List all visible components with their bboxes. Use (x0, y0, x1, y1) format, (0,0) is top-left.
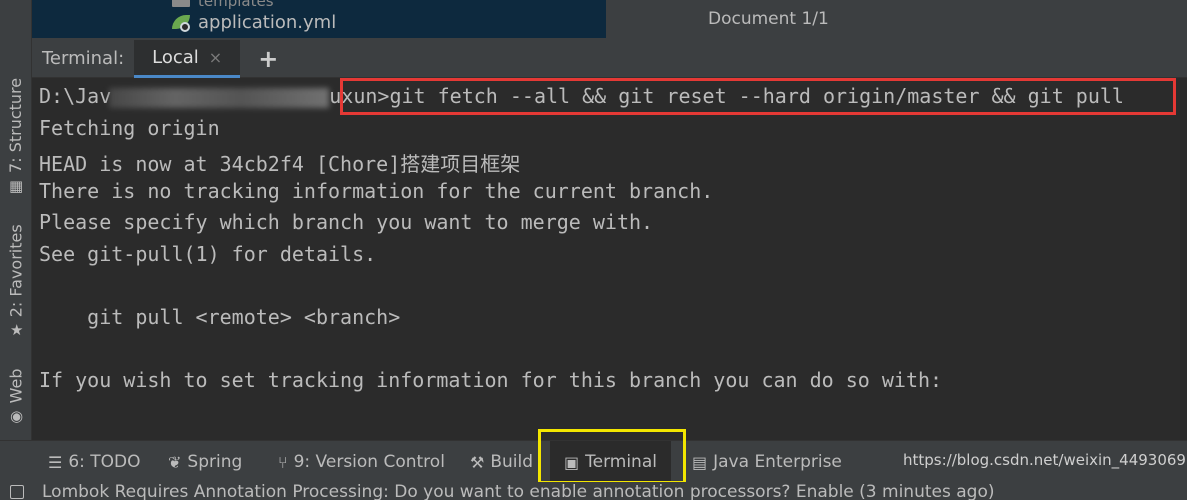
globe-icon: ◉ (9, 406, 23, 425)
bottom-tool-bar: ☰ 6: TODO ❦ Spring ⑂ 9: Version Control … (0, 440, 1187, 483)
terminal-output[interactable]: D:\Jav uxun>git fetch --all && git reset … (32, 78, 1187, 440)
web-tab-label: Web (6, 368, 26, 403)
terminal-icon: ▣ (564, 452, 580, 472)
left-tool-strip: ▦ 7: Structure ★ 2: Favorites ◉ Web (0, 0, 32, 500)
tool-spring-label: Spring (187, 452, 243, 472)
list-icon: ☰ (48, 452, 63, 472)
terminal-title: Terminal: (42, 48, 125, 69)
tool-terminal-label: Terminal (585, 452, 657, 472)
structure-tool-tab[interactable]: ▦ 7: Structure (0, 70, 32, 200)
tool-terminal[interactable]: ▣ Terminal (550, 441, 671, 483)
tool-spring[interactable]: ❦ Spring (168, 441, 242, 483)
redacted-path (109, 87, 330, 108)
branch-icon: ⑂ (278, 452, 288, 472)
prompt-suffix: uxun> (329, 84, 390, 108)
watermark: https://blog.csdn.net/weixin_44930692 (903, 451, 1187, 469)
tool-build-label: Build (490, 452, 534, 472)
prompt-prefix: D:\Jav (39, 84, 112, 108)
document-status: Document 1/1 (708, 9, 829, 29)
tool-todo[interactable]: ☰ 6: TODO (48, 441, 141, 483)
add-tab-icon[interactable]: + (258, 45, 278, 73)
spring-config-icon (172, 13, 192, 33)
tab-local[interactable]: Local × (134, 39, 241, 78)
close-icon[interactable]: × (209, 48, 222, 67)
output-line: Fetching origin (39, 116, 220, 140)
tree-item-label: application.yml (198, 12, 337, 33)
terminal-header: Terminal: Local × + (32, 39, 1187, 78)
spring-leaf-icon: ❦ (168, 452, 182, 472)
output-line: If you wish to set tracking information … (39, 368, 943, 392)
command-text: git fetch --all && git reset --hard orig… (389, 84, 1124, 108)
command-line: D:\Jav uxun>git fetch --all && git reset … (39, 84, 1124, 108)
tool-java-enterprise[interactable]: ▤ Java Enterprise (692, 441, 842, 483)
status-message[interactable]: Lombok Requires Annotation Processing: D… (42, 482, 994, 500)
tool-build[interactable]: ⚒ Build (470, 441, 533, 483)
favorites-tool-tab[interactable]: ★ 2: Favorites (0, 215, 32, 345)
tree-item-templates[interactable]: templates (172, 0, 274, 10)
tool-java-enterprise-label: Java Enterprise (713, 452, 842, 472)
status-checkbox-icon[interactable] (10, 485, 24, 499)
project-tree-panel: templates application.yml (32, 0, 606, 38)
tree-item-application-yml[interactable]: application.yml (172, 12, 336, 33)
status-bar: Lombok Requires Annotation Processing: D… (0, 482, 1187, 500)
output-line: See git-pull(1) for details. (39, 242, 377, 266)
output-line: HEAD is now at 34cb2f4 [Chore]搭建项目框架 (39, 152, 521, 176)
structure-tab-label: 7: Structure (6, 77, 26, 173)
tab-local-label: Local (152, 46, 199, 68)
hammer-icon: ⚒ (470, 452, 485, 472)
structure-icon: ▦ (8, 176, 24, 195)
output-line: Please specify which branch you want to … (39, 210, 654, 234)
top-panel-strip: templates application.yml Document 1/1 (32, 0, 1187, 40)
tool-todo-label: 6: TODO (68, 452, 141, 472)
tool-version-control-label: 9: Version Control (293, 452, 445, 472)
output-line: git pull <remote> <branch> (39, 305, 401, 329)
folder-icon (172, 0, 190, 7)
java-enterprise-icon: ▤ (692, 452, 708, 472)
tree-item-label: templates (198, 0, 274, 10)
web-tool-tab[interactable]: ◉ Web (0, 360, 32, 430)
tool-version-control[interactable]: ⑂ 9: Version Control (278, 441, 445, 483)
favorites-tab-label: 2: Favorites (6, 223, 26, 317)
star-icon: ★ (9, 320, 23, 339)
output-line: There is no tracking information for the… (39, 179, 714, 203)
